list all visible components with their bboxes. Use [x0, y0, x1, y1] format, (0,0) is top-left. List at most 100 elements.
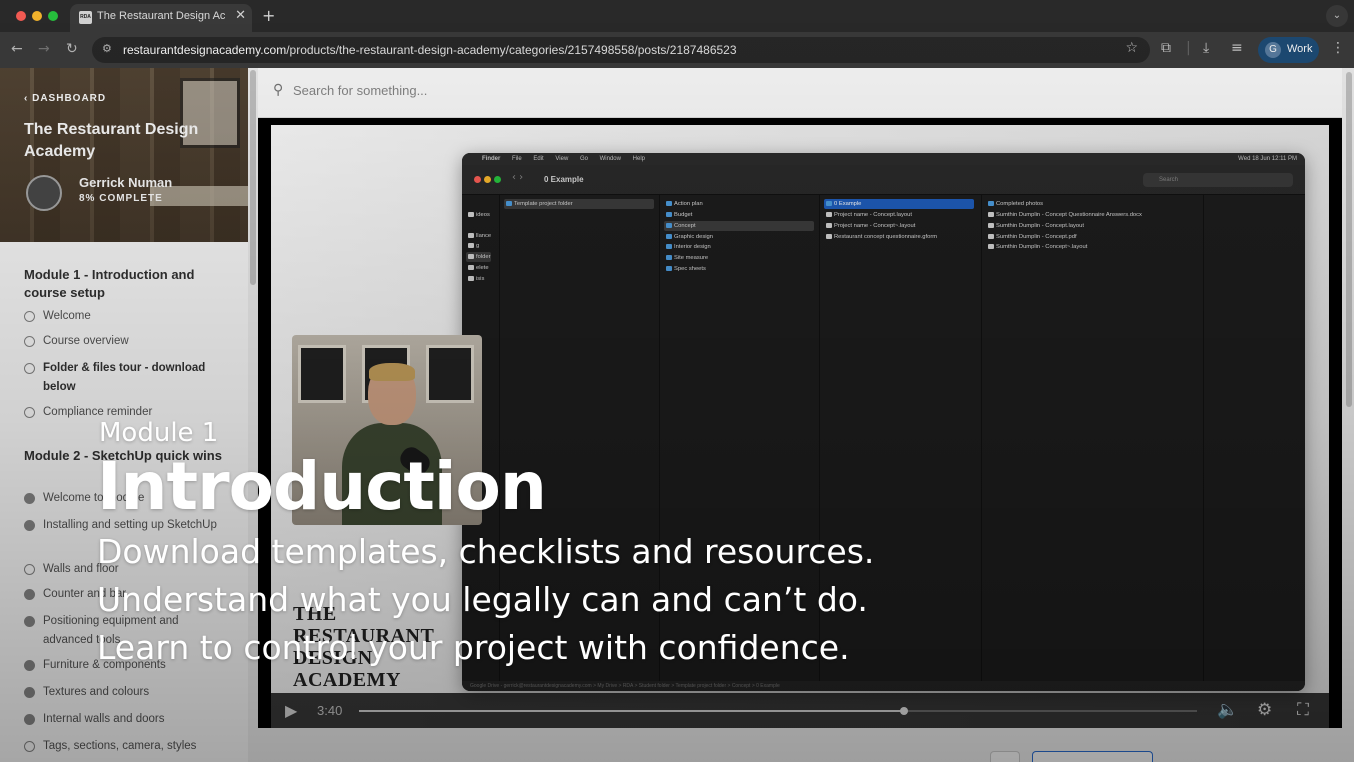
finder-minimize	[484, 176, 491, 183]
downloads-icon[interactable]: ⤓	[1203, 40, 1209, 56]
minimize-window-button[interactable]	[32, 11, 42, 21]
lesson-status-icon	[24, 589, 35, 600]
reload-icon[interactable]: ↻	[66, 41, 78, 57]
menubar-item: Go	[579, 156, 588, 162]
menubar-item: Edit	[533, 156, 544, 162]
url-text[interactable]: restaurantdesignacademy.com/products/the…	[123, 43, 737, 57]
finder-row: Budget	[664, 210, 692, 220]
finder-row: elete	[466, 263, 489, 273]
lesson-status-icon	[24, 660, 35, 671]
extensions-icon[interactable]: ⧉	[1161, 40, 1171, 56]
course-hero: ‹ DASHBOARD The Restaurant Design Academ…	[0, 68, 248, 242]
favicon: RDA	[79, 11, 92, 24]
lesson-footer	[258, 728, 1342, 762]
tab-search-icon[interactable]: ⌄	[1326, 5, 1348, 27]
reading-list-icon[interactable]: ≡	[1231, 40, 1243, 56]
profile-label: Work	[1287, 43, 1313, 55]
lesson-status-icon	[24, 363, 35, 374]
finder-row: Template project folder	[504, 199, 654, 209]
search-bar: ⚲	[258, 68, 1342, 118]
presenter-hair	[369, 363, 415, 381]
dashboard-link[interactable]: ‹ DASHBOARD	[24, 93, 106, 104]
finder-row: Project name - Concept.layout	[824, 210, 912, 220]
finder-row: Sumthin Dumplin - Concept~.layout	[986, 242, 1087, 252]
course-progress: 8% COMPLETE	[79, 193, 163, 204]
lesson-status-icon	[24, 741, 35, 752]
address-bar[interactable]: ⚙ restaurantdesignacademy.com/products/t…	[92, 37, 1150, 63]
finder-nav-icon: ‹ ›	[512, 172, 524, 183]
overlay-title: Introduction	[97, 448, 547, 525]
lesson-status-icon	[24, 493, 35, 504]
zoom-window-button[interactable]	[48, 11, 58, 21]
menubar-item: Window	[599, 156, 621, 162]
profile-avatar: G	[1265, 42, 1281, 58]
finder-row: Graphic design	[664, 232, 713, 242]
finder-row: Project name - Concept~.layout	[824, 221, 915, 231]
settings-gear-icon[interactable]: ⚙	[1257, 700, 1272, 720]
finder-row: Completed photos	[986, 199, 1043, 209]
lesson-status-icon	[24, 520, 35, 531]
overlay-kicker: Module 1	[99, 418, 219, 448]
finder-window-title: 0 Example	[544, 175, 584, 184]
finder-row: 0 Example	[824, 199, 974, 209]
finder-row: Sumthin Dumplin - Concept.pdf	[986, 232, 1077, 242]
chevron-left-icon: ‹	[24, 93, 33, 104]
play-icon[interactable]: ▶	[285, 701, 297, 720]
lesson-status-icon	[24, 311, 35, 322]
student-name: Gerrick Numan	[79, 175, 173, 190]
seek-bar[interactable]	[359, 707, 1197, 715]
finder-search: Search	[1143, 173, 1293, 187]
new-tab-button[interactable]: +	[262, 6, 275, 25]
bookmark-star-icon[interactable]: ☆	[1125, 40, 1138, 56]
sidebar-scroll-thumb[interactable]	[250, 70, 256, 285]
overlay-line: Understand what you legally can and can’…	[97, 580, 868, 619]
overlay-line: Learn to control your project with confi…	[97, 628, 850, 667]
course-title: The Restaurant Design Academy	[24, 121, 199, 160]
lesson-status-icon	[24, 336, 35, 347]
finder-row: Restaurant concept questionnaire.gform	[824, 232, 937, 242]
finder-row: ideos	[466, 210, 490, 220]
finder-row: Spec sheets	[664, 264, 706, 274]
finder-column-4: Completed photos Sumthin Dumplin - Conce…	[982, 195, 1204, 691]
student-avatar	[26, 175, 62, 211]
player-controls: ▶ 3:40 🔈 ⚙ ⛶	[271, 693, 1329, 728]
finder-close	[474, 176, 481, 183]
complete-continue-button[interactable]	[1032, 751, 1153, 762]
search-icon: ⚲	[273, 82, 284, 98]
menubar-item: Help	[632, 156, 645, 162]
finder-row: llance	[466, 231, 491, 241]
overlay-line: Download templates, checklists and resou…	[97, 532, 875, 571]
profile-button[interactable]: G Work	[1258, 37, 1319, 63]
lesson-status-icon	[24, 616, 35, 627]
finder-row: Site measure	[664, 253, 708, 263]
finder-pathbar: Google Drive - gerrick@restaurantdesigna…	[462, 681, 1305, 691]
module-title[interactable]: Module 1 - Introduction and course setup	[24, 266, 224, 302]
finder-toolbar: ‹ › 0 Example Search	[462, 165, 1305, 195]
lesson-status-icon	[24, 714, 35, 725]
finder-zoom	[494, 176, 501, 183]
page-scroll-thumb[interactable]	[1346, 72, 1352, 407]
menubar-clock: Wed 18 Jun 12:11 PM	[1238, 156, 1297, 162]
mac-menubar: Finder File Edit View Go Window Help Wed…	[462, 153, 1305, 165]
browser-menu-icon[interactable]: ⋮	[1331, 40, 1345, 56]
search-input[interactable]	[293, 83, 693, 98]
lesson-status-icon	[24, 687, 35, 698]
webcam-wall-frame	[298, 345, 346, 403]
tab-close-icon[interactable]: ✕	[235, 8, 246, 23]
site-settings-icon[interactable]: ⚙	[102, 42, 112, 55]
back-icon[interactable]: ←	[11, 41, 23, 57]
close-window-button[interactable]	[16, 11, 26, 21]
forward-icon[interactable]: →	[38, 41, 50, 57]
active-tab[interactable]: RDA The Restaurant Design Academy ✕	[70, 4, 252, 32]
page-scrollbar[interactable]	[1344, 68, 1354, 762]
seek-handle[interactable]	[899, 707, 908, 715]
finder-row: Interior design	[664, 242, 711, 252]
finder-row: Concept	[664, 221, 814, 231]
toolbar-divider: |	[1186, 40, 1191, 56]
fullscreen-icon[interactable]: ⛶	[1297, 700, 1309, 720]
volume-icon[interactable]: 🔈	[1217, 700, 1238, 720]
finder-row: isis	[466, 274, 484, 284]
browser-toolbar: ← → ↻ ⚙ restaurantdesignacademy.com/prod…	[0, 32, 1354, 68]
prev-lesson-button[interactable]	[990, 751, 1020, 762]
finder-row: Sumthin Dumplin - Concept.layout	[986, 221, 1084, 231]
